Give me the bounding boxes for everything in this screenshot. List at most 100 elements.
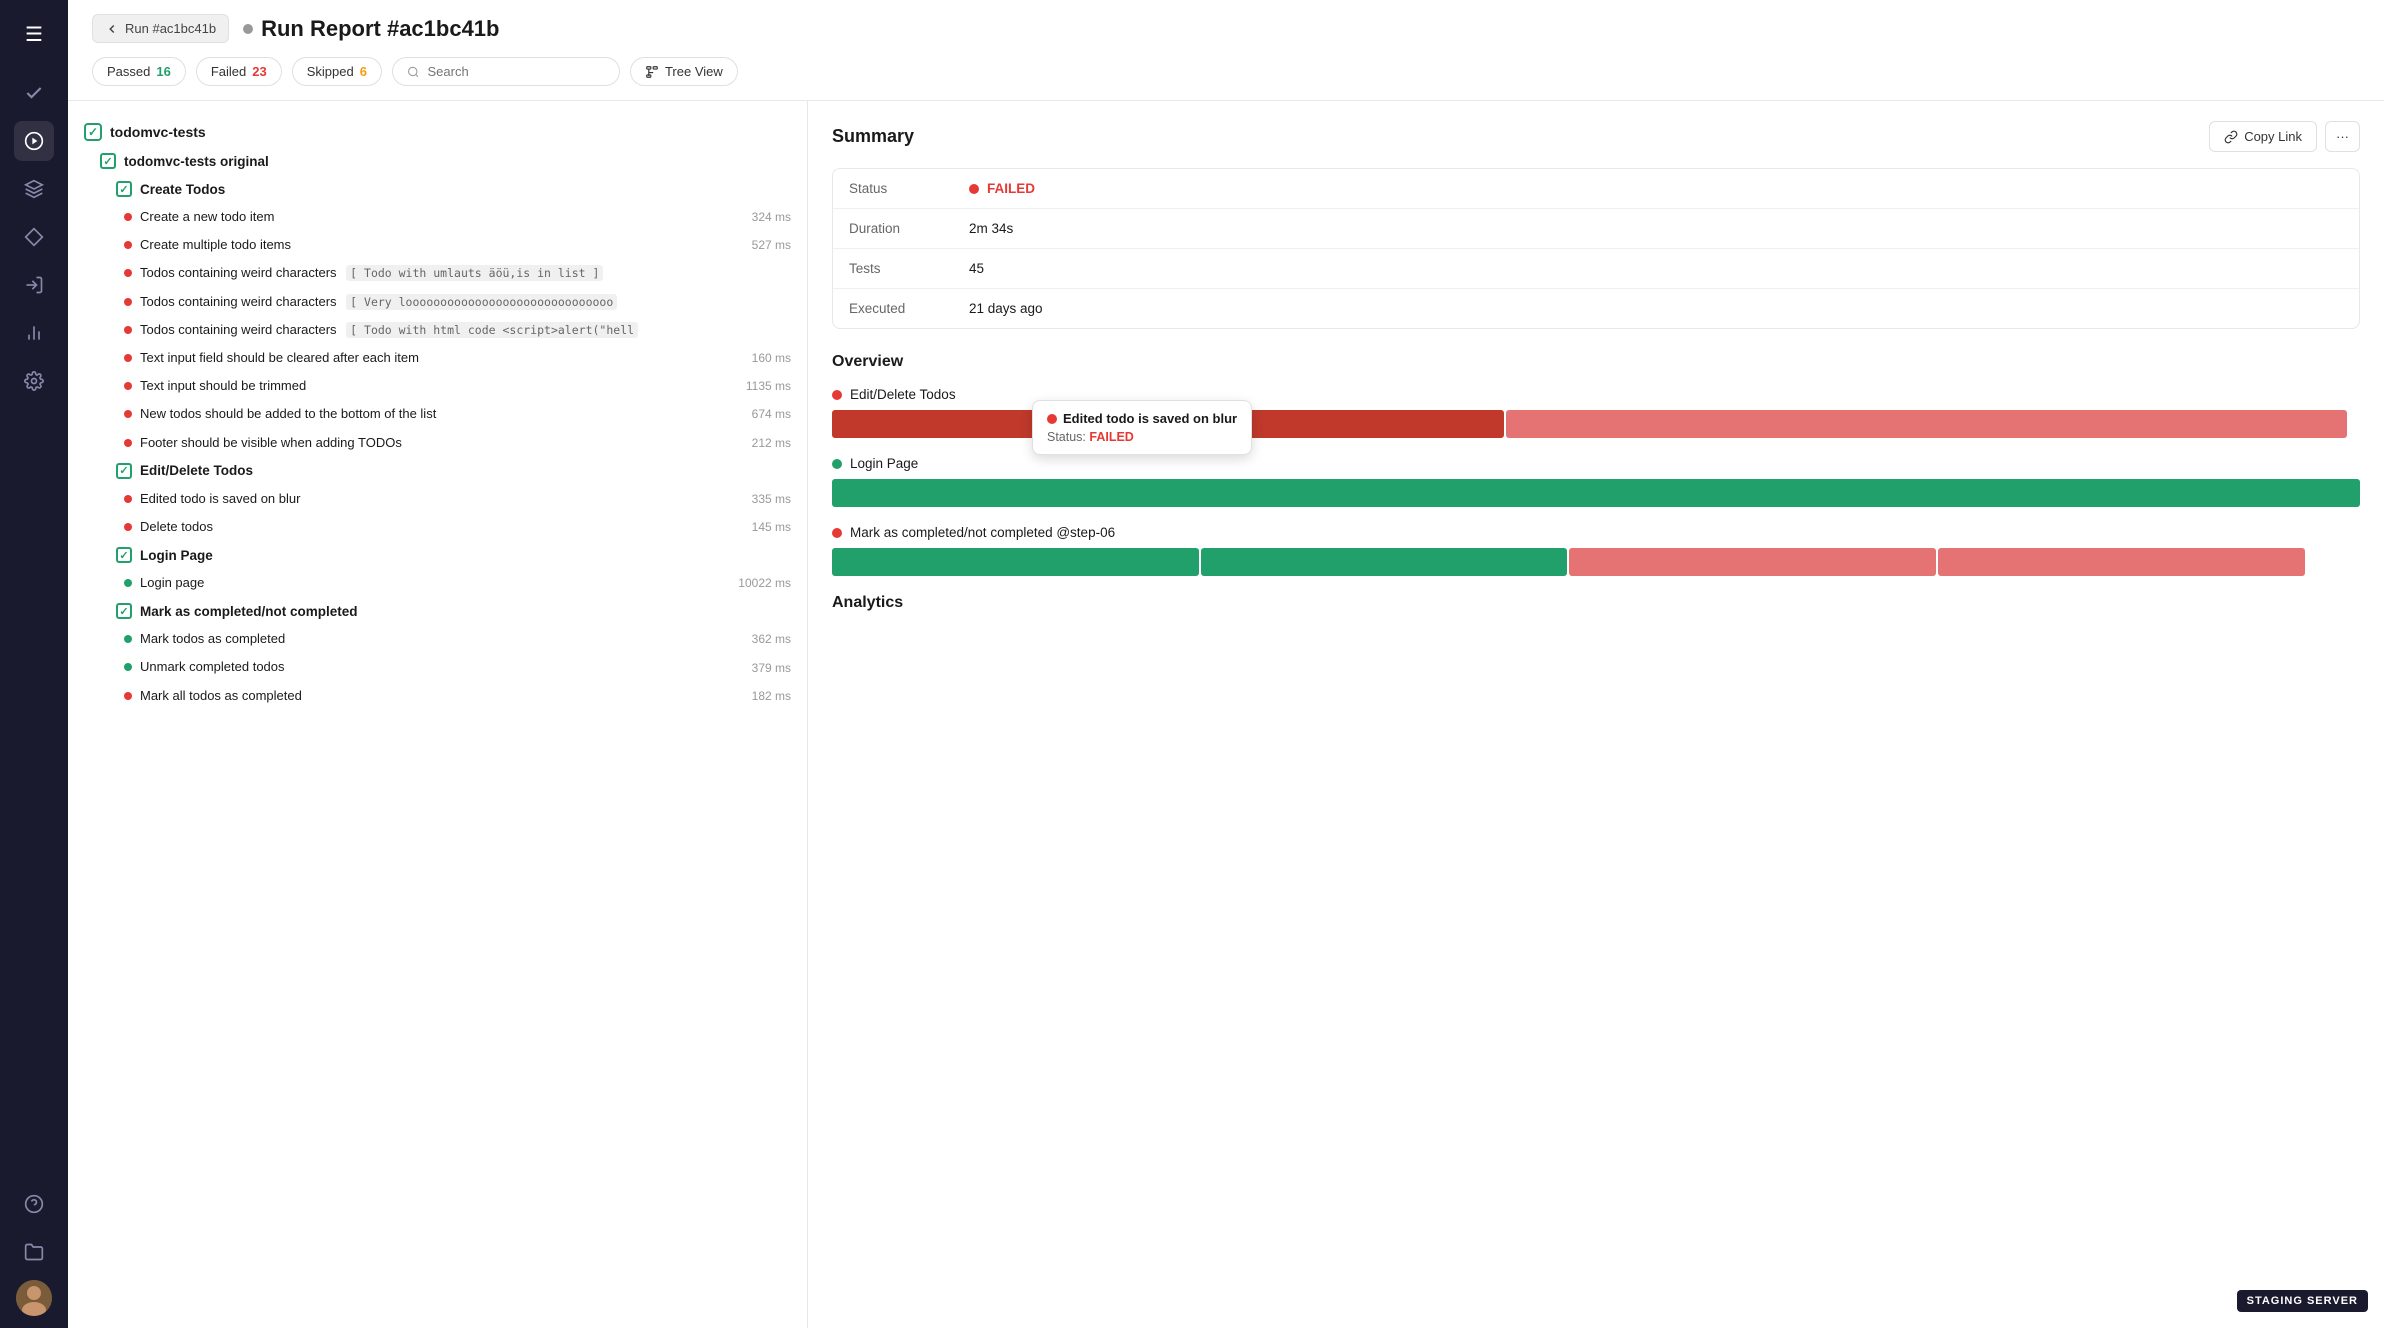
test-item[interactable]: Unmark completed todos 379 ms (68, 653, 807, 681)
create-todos-checkbox: ✓ (116, 181, 132, 197)
summary-tests-row: Tests 45 (833, 249, 2359, 289)
test-list-panel: ✓ todomvc-tests ✓ todomvc-tests original… (68, 101, 808, 1328)
test-name: Login page (140, 574, 726, 592)
test-status-dot (124, 439, 132, 447)
copy-link-button[interactable]: Copy Link (2209, 121, 2317, 152)
right-panel: Summary Copy Link ··· Status FA (808, 101, 2384, 1328)
overview-bar (832, 548, 2360, 576)
more-options-button[interactable]: ··· (2325, 121, 2360, 152)
overview-title: Overview (832, 353, 2360, 371)
test-item[interactable]: Edited todo is saved on blur 335 ms (68, 485, 807, 513)
settings-icon[interactable] (14, 361, 54, 401)
test-item[interactable]: Delete todos 145 ms (68, 513, 807, 541)
test-item[interactable]: Create a new todo item 324 ms (68, 203, 807, 231)
passed-filter-button[interactable]: Passed 16 (92, 57, 186, 86)
search-input[interactable] (428, 64, 605, 79)
tooltip-title: Edited todo is saved on blur (1047, 411, 1237, 426)
create-todos-header[interactable]: ✓ Create Todos (68, 175, 807, 203)
test-status-dot (124, 579, 132, 587)
test-status-dot (124, 635, 132, 643)
login-page-label: Login Page (140, 548, 213, 563)
test-duration: 324 ms (752, 210, 791, 224)
avatar[interactable] (16, 1280, 52, 1316)
mark-completed-checkbox: ✓ (116, 603, 132, 619)
test-item[interactable]: New todos should be added to the bottom … (68, 400, 807, 428)
test-item[interactable]: Text input should be trimmed 1135 ms (68, 372, 807, 400)
summary-duration-row: Duration 2m 34s (833, 209, 2359, 249)
test-name: Text input should be trimmed (140, 377, 734, 395)
root-group-header[interactable]: ✓ todomvc-tests (68, 117, 807, 147)
test-name: Create a new todo item (140, 208, 740, 226)
main-content: Run #ac1bc41b Run Report #ac1bc41b Passe… (68, 0, 2384, 1328)
tree-view-button[interactable]: Tree View (630, 57, 738, 86)
test-item[interactable]: Create multiple todo items 527 ms (68, 231, 807, 259)
diamond-icon[interactable] (14, 217, 54, 257)
search-box[interactable] (392, 57, 620, 86)
overview-item-login: Login Page (832, 456, 2360, 507)
duration-label: Duration (849, 221, 969, 236)
analytics-title: Analytics (832, 594, 2360, 612)
folder-icon[interactable] (14, 1232, 54, 1272)
root-group-label: todomvc-tests (110, 124, 206, 140)
overview-item-header: Login Page (832, 456, 2360, 471)
overview-item-name: Edit/Delete Todos (850, 387, 956, 402)
test-duration: 362 ms (752, 632, 791, 646)
status-label: Status (849, 181, 969, 196)
tooltip-status-value: FAILED (1089, 430, 1133, 444)
test-duration: 1135 ms (746, 379, 791, 393)
failed-filter-button[interactable]: Failed 23 (196, 57, 282, 86)
bar-segment (1201, 548, 1568, 576)
test-name: New todos should be added to the bottom … (140, 405, 740, 423)
login-page-header[interactable]: ✓ Login Page (68, 541, 807, 569)
layers-icon[interactable] (14, 169, 54, 209)
skipped-filter-button[interactable]: Skipped 6 (292, 57, 382, 86)
overview-item-mark-completed: Mark as completed/not completed @step-06 (832, 525, 2360, 576)
test-name: Edited todo is saved on blur (140, 490, 740, 508)
test-duration: 10022 ms (738, 576, 791, 590)
test-duration: 335 ms (752, 492, 791, 506)
test-item[interactable]: Todos containing weird characters [ Todo… (68, 316, 807, 344)
bar-chart-icon[interactable] (14, 313, 54, 353)
test-item[interactable]: Mark todos as completed 362 ms (68, 625, 807, 653)
test-item[interactable]: Mark all todos as completed 182 ms (68, 682, 807, 710)
back-label: Run #ac1bc41b (125, 21, 216, 36)
executed-value: 21 days ago (969, 301, 1043, 316)
bar-segment (832, 548, 1199, 576)
content-area: ✓ todomvc-tests ✓ todomvc-tests original… (68, 101, 2384, 1328)
back-button[interactable]: Run #ac1bc41b (92, 14, 229, 43)
tests-label: Tests (849, 261, 969, 276)
bar-segment-light-red (1506, 410, 2346, 438)
failed-label: Failed (211, 64, 246, 79)
filter-bar: Passed 16 Failed 23 Skipped 6 Tree View (92, 57, 2360, 100)
test-item[interactable]: Footer should be visible when adding TOD… (68, 429, 807, 457)
overview-item-edit-delete: Edit/Delete Todos Edited todo is saved o… (832, 387, 2360, 438)
tree-view-label: Tree View (665, 64, 723, 79)
test-item[interactable]: Todos containing weird characters [ Todo… (68, 259, 807, 287)
test-status-dot (124, 495, 132, 503)
test-item[interactable]: Todos containing weird characters [ Very… (68, 288, 807, 316)
summary-table: Status FAILED Duration 2m 34s Tests 45 E… (832, 168, 2360, 329)
tooltip: Edited todo is saved on blur Status: FAI… (1032, 400, 1252, 455)
test-status-dot (124, 382, 132, 390)
check-icon[interactable] (14, 73, 54, 113)
edit-delete-todos-header[interactable]: ✓ Edit/Delete Todos (68, 457, 807, 485)
status-text: FAILED (987, 181, 1035, 196)
test-name: Text input field should be cleared after… (140, 349, 740, 367)
hamburger-icon[interactable]: ☰ (15, 12, 53, 57)
test-duration: 160 ms (752, 351, 791, 365)
mark-completed-header[interactable]: ✓ Mark as completed/not completed (68, 597, 807, 625)
subgroup-original-header[interactable]: ✓ todomvc-tests original (68, 147, 807, 175)
test-status-dot (124, 241, 132, 249)
summary-actions: Copy Link ··· (2209, 121, 2360, 152)
status-dot (243, 24, 253, 34)
test-name: Todos containing weird characters [ Todo… (140, 264, 791, 282)
play-circle-icon[interactable] (14, 121, 54, 161)
skipped-count: 6 (360, 64, 367, 79)
login-icon[interactable] (14, 265, 54, 305)
overview-dot (832, 528, 842, 538)
test-item[interactable]: Login page 10022 ms (68, 569, 807, 597)
search-icon (407, 65, 420, 79)
test-item[interactable]: Text input field should be cleared after… (68, 344, 807, 372)
help-icon[interactable] (14, 1184, 54, 1224)
overview-item-header: Mark as completed/not completed @step-06 (832, 525, 2360, 540)
